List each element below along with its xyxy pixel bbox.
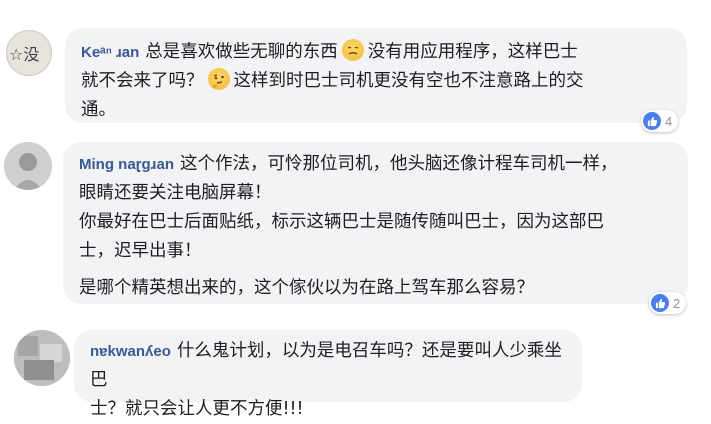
comment-text: 就不会来了吗？ [81,71,204,91]
comment-line: Keᵃⁿ ɹan 总是喜欢做些无聊的东西 没有用应用程序，这样巴士 [81,38,673,67]
avatar[interactable]: ☆没 [6,30,52,76]
reaction-count[interactable]: 4 [641,110,679,132]
sad-face-icon [341,39,364,61]
comment-text: 眼睛还要关注电脑屏幕！ [79,183,272,203]
avatar[interactable] [4,142,52,190]
comment-bubble: Keᵃⁿ ɹan 总是喜欢做些无聊的东西 没有用应用程序，这样巴士 就不会来了吗？… [65,28,687,123]
comment-bubble: Ming naɽgɹan 这个作法，可怜那位司机，他头脑还像计程车司机一样， 眼睛… [63,142,688,304]
comment-paragraph: Ming naɽgɹan 这个作法，可怜那位司机，他头脑还像计程车司机一样， [79,150,674,179]
comment-text: 是哪个精英想出来的，这个傢伙以为在路上驾车那么容易？ [79,278,534,298]
comment-line: nɐkwanʎeo 什么鬼计划，以为是电召车吗？还是要叫人少乘坐巴 [90,337,568,395]
reaction-number: 4 [665,113,673,129]
comment-text: 士，迟早出事！ [79,241,202,261]
avatar[interactable] [14,330,70,386]
comment-line: 就不会来了吗？ 这样到时巴士司机更没有空也不注意路上的交 [81,67,673,96]
comment-text: 这个作法，可怜那位司机，他头脑还像计程车司机一样， [180,154,618,174]
comment-text: 没有用应用程序，这样巴士 [367,42,578,62]
avatar-image-icon [4,142,52,190]
commenter-name[interactable]: Keᵃⁿ ɹan [81,44,139,61]
comment-line: 通。 [81,96,673,125]
commenter-name[interactable]: nɐkwanʎeo [90,343,171,360]
reaction-number: 2 [673,295,681,311]
avatar-text: ☆没 [9,45,40,64]
avatar-image-icon [14,330,70,386]
thinking-face-icon [207,68,230,90]
comment-text: 总是喜欢做些无聊的东西 [145,42,338,62]
comment-bubble: nɐkwanʎeo 什么鬼计划，以为是电召车吗？还是要叫人少乘坐巴 士？就只会让人… [74,330,582,419]
comment-text: 士？就只会让人更不方便!!! [90,399,304,419]
comment-text: 这样到时巴士司机更没有空也不注意路上的交 [233,71,584,91]
comment-text: 你最好在巴士后面贴纸，标示这辆巴士是随传随叫巴士，因为这部巴 [79,212,604,232]
like-icon [643,112,661,130]
commenter-name[interactable]: Ming naɽgɹan [79,156,174,173]
reaction-count[interactable]: 2 [649,292,687,314]
comment-text: 通。 [81,100,116,120]
like-icon [651,294,669,312]
